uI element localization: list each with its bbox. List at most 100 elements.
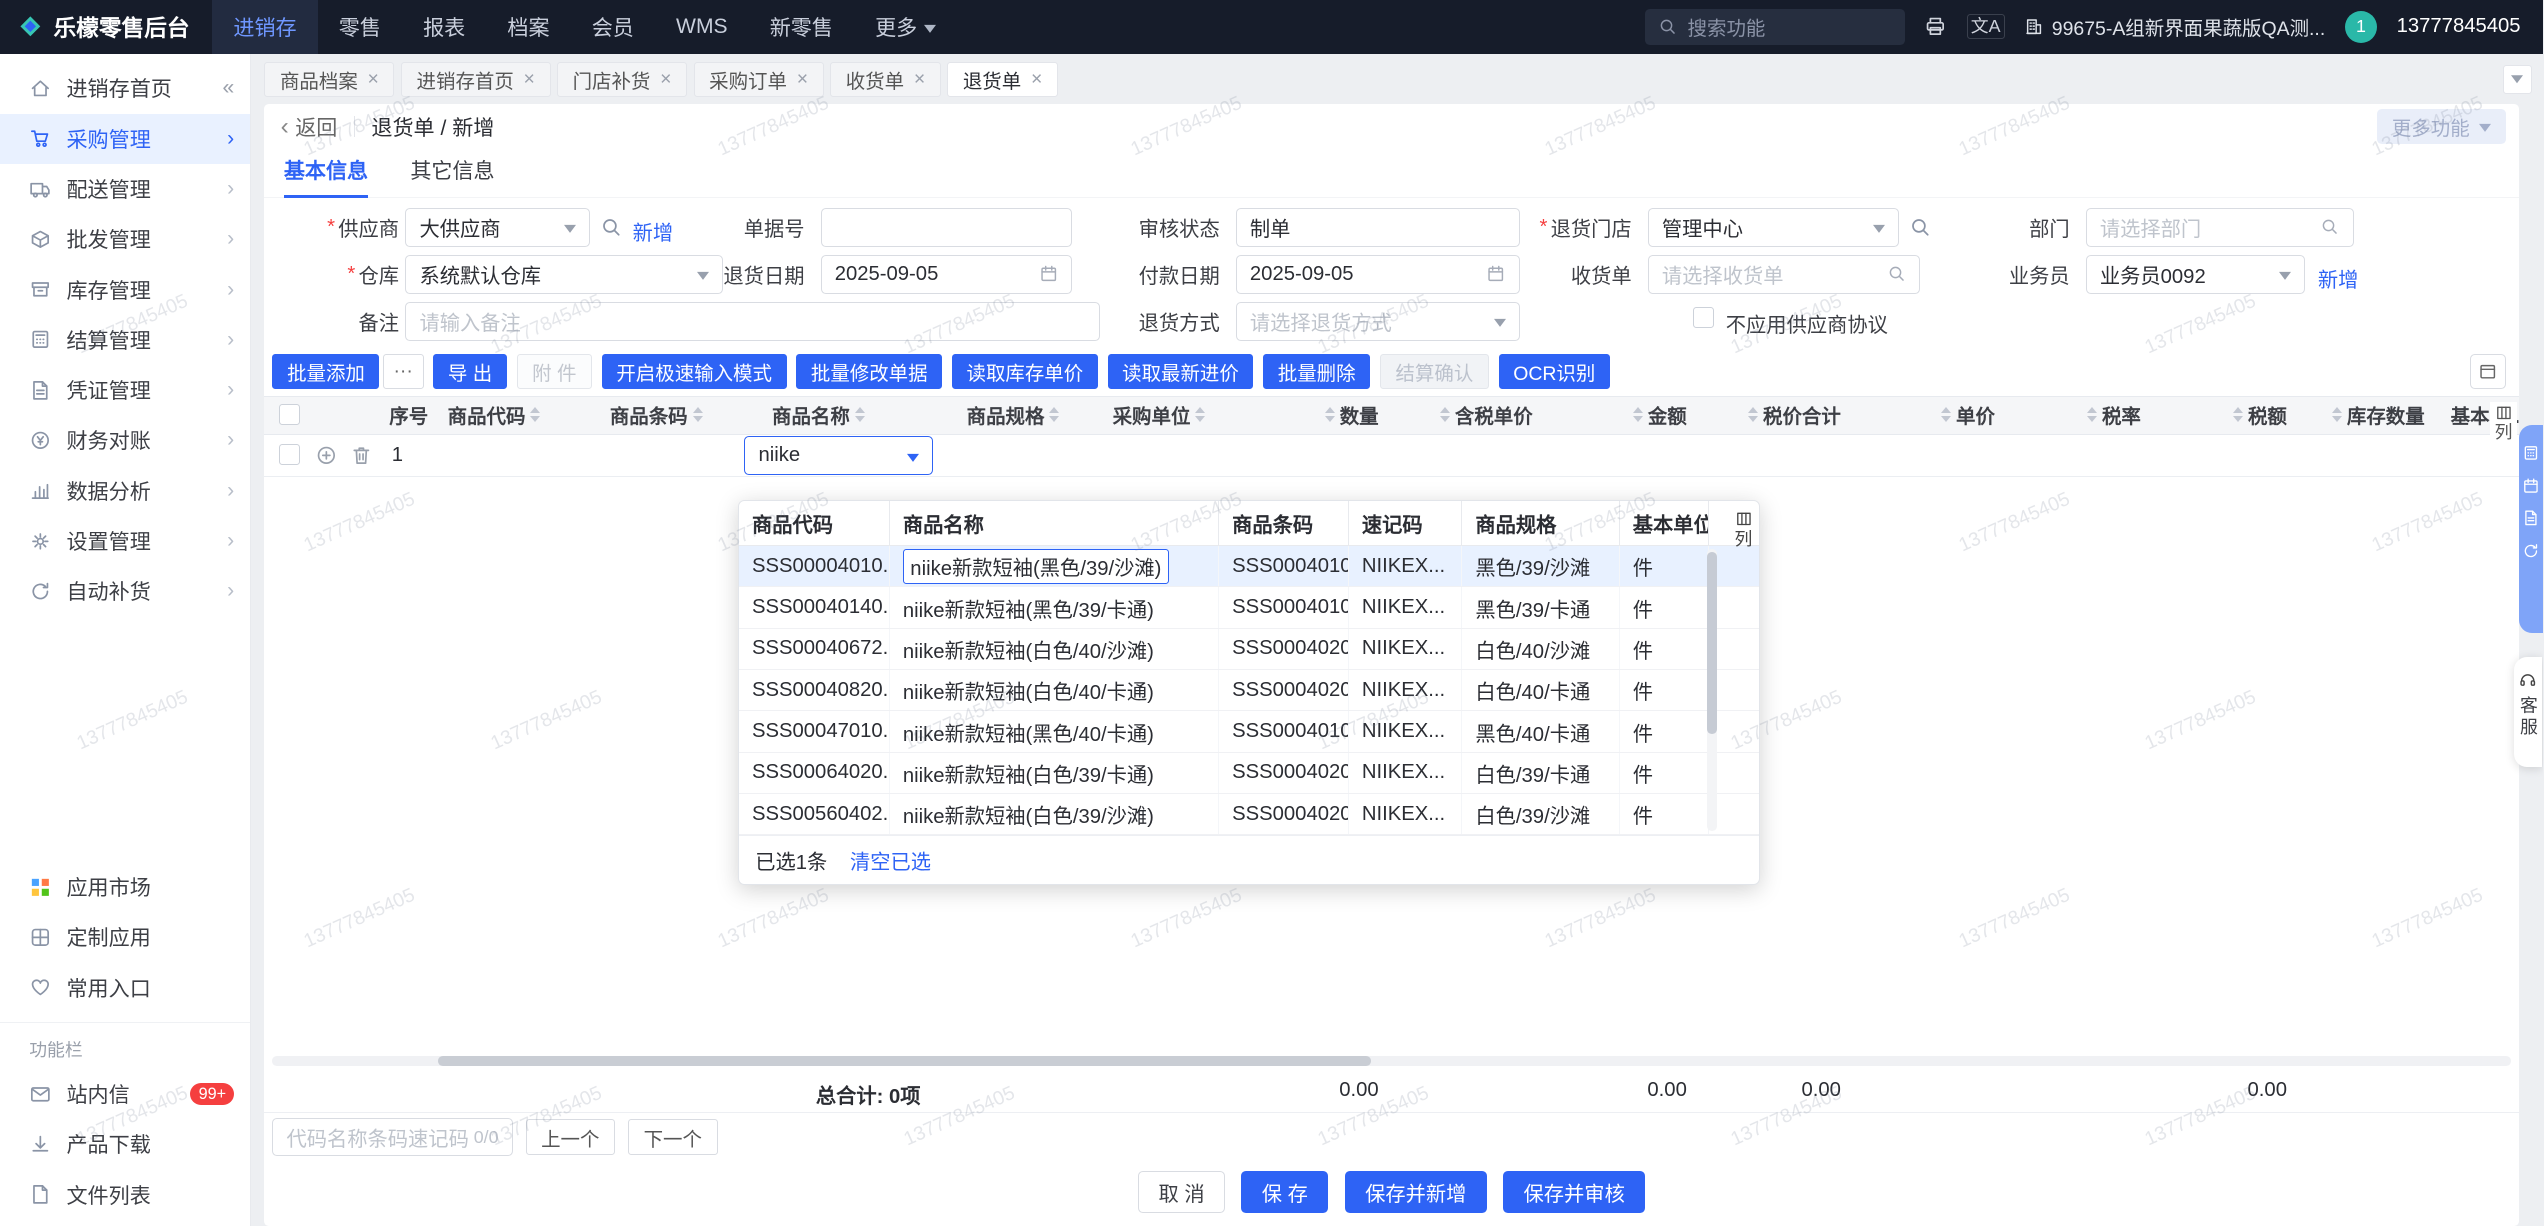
horizontal-scrollbar[interactable] — [272, 1054, 2511, 1067]
sort-icon[interactable] — [1049, 402, 1060, 427]
grid-header-cell[interactable]: 商品名称 — [759, 397, 954, 433]
topnav-item[interactable]: 进销存 — [212, 0, 318, 54]
grid-header-cell[interactable]: 库存数量 — [2300, 397, 2438, 433]
sidebar-item[interactable]: 常用入口 — [0, 962, 250, 1012]
customer-service-button[interactable]: 客服 — [2514, 656, 2542, 768]
sidebar-item[interactable]: 自动补货 › — [0, 566, 250, 616]
tab-item[interactable]: 进销存首页 × — [400, 61, 551, 98]
sort-icon[interactable] — [1440, 402, 1451, 427]
app-logo[interactable]: 乐檬零售后台 — [0, 10, 212, 43]
row-checkbox[interactable] — [278, 444, 301, 466]
salesman-new-link[interactable]: 新增 — [2318, 263, 2359, 293]
picker-row[interactable]: SSS00040140... niike新款短袖(黑色/39/卡通) SSS0004… — [739, 587, 1759, 629]
select-all-checkbox[interactable] — [278, 404, 301, 426]
grid-header-cell[interactable]: 税额 — [2154, 397, 2300, 433]
picker-header-cell[interactable]: 商品代码 — [739, 500, 890, 545]
tab-item[interactable]: 门店补货 × — [556, 61, 688, 98]
picker-scrollbar[interactable] — [1706, 549, 1717, 832]
grid-header-cell[interactable]: 商品代码 — [435, 397, 597, 433]
sort-icon[interactable] — [530, 402, 541, 427]
toolbar-button[interactable]: 批量添加 — [272, 353, 380, 390]
sort-icon[interactable] — [2332, 402, 2343, 427]
sidebar-item[interactable]: 财务对账 › — [0, 415, 250, 465]
tab-item[interactable]: 退货单 × — [947, 61, 1058, 98]
more-functions-button[interactable]: 更多功能 — [2377, 108, 2506, 145]
return-method-select[interactable]: 请选择退货方式 — [1235, 301, 1520, 341]
remark-input[interactable]: 请输入备注 — [405, 301, 1100, 341]
collapse-sidebar-icon[interactable]: « — [222, 76, 234, 100]
picker-row[interactable]: SSS00047010... niike新款短袖(黑色/40/卡通) SSS0004… — [739, 711, 1759, 753]
sidebar-item[interactable]: 产品下载 — [0, 1119, 250, 1169]
grid-header-cell[interactable]: 单价 — [1854, 397, 2008, 433]
sort-icon[interactable] — [1748, 402, 1759, 427]
toolbar-button[interactable]: 读取最新进价 — [1107, 353, 1254, 390]
grid-header-cell[interactable]: 税率 — [2008, 397, 2154, 433]
picker-row[interactable]: SSS00064020... niike新款短袖(白色/39/卡通) SSS0004… — [739, 752, 1759, 795]
supplier-search-icon[interactable] — [600, 216, 623, 239]
pay-date-input[interactable]: 2025-09-05 — [1235, 254, 1520, 294]
close-icon[interactable]: × — [524, 68, 535, 91]
sort-icon[interactable] — [692, 402, 703, 427]
view-toggle-button[interactable] — [2470, 353, 2506, 390]
sort-icon[interactable] — [2233, 402, 2244, 427]
topnav-item[interactable]: 报表 — [402, 0, 486, 54]
scrollbar-thumb[interactable] — [1706, 552, 1717, 735]
toolbar-button[interactable]: 附 件 — [516, 353, 593, 390]
printer-icon[interactable] — [1924, 15, 1947, 38]
picker-column-settings[interactable]: 列 — [1735, 510, 1752, 549]
sidebar-item[interactable]: 设置管理 › — [0, 516, 250, 566]
grid-header-cell[interactable]: 商品条码 — [597, 397, 759, 433]
avatar[interactable]: 1 — [2344, 10, 2378, 43]
close-icon[interactable]: × — [1031, 68, 1042, 91]
sidebar-item[interactable]: 采购管理 › — [0, 113, 251, 164]
picker-header-cell[interactable]: 商品名称 — [890, 500, 1220, 545]
sidebar-item[interactable]: 定制应用 — [0, 912, 250, 962]
picker-row[interactable]: SSS00040820... niike新款短袖(白色/40/卡通) SSS0004… — [739, 670, 1759, 712]
close-icon[interactable]: × — [914, 68, 925, 91]
grid-header-cell[interactable]: 金额 — [1546, 397, 1700, 433]
tab-item[interactable]: 采购订单 × — [693, 61, 824, 98]
toolbar-button[interactable]: 读取库存单价 — [951, 353, 1098, 390]
picker-header-cell[interactable]: 速记码 — [1349, 500, 1463, 545]
grid-header-cell[interactable]: 序号 — [376, 397, 434, 433]
picker-header-cell[interactable]: 基本单位 — [1620, 500, 1709, 545]
sidebar-item-home[interactable]: 进销存首页 « — [0, 63, 250, 113]
form-subtab[interactable]: 其它信息 — [410, 149, 494, 198]
help-sidebar[interactable] — [2518, 424, 2544, 633]
topnav-item[interactable]: WMS — [655, 0, 749, 54]
topnav-item[interactable]: 更多 — [854, 0, 957, 54]
picker-header-cell[interactable]: 商品规格 — [1462, 500, 1620, 545]
clear-selection-link[interactable]: 清空已选 — [850, 845, 931, 875]
grid-header-cell[interactable]: 含税单价 — [1392, 397, 1546, 433]
picker-row[interactable]: SSS00040672... niike新款短袖(白色/40/沙滩) SSS0004… — [739, 628, 1759, 671]
topnav-item[interactable]: 新零售 — [749, 0, 854, 54]
add-row-icon[interactable] — [315, 444, 338, 467]
delete-row-icon[interactable] — [350, 444, 373, 467]
form-subtab[interactable]: 基本信息 — [283, 149, 369, 198]
toolbar-button[interactable]: 批量删除 — [1263, 353, 1371, 390]
sidebar-item[interactable]: 结算管理 › — [0, 315, 250, 365]
org-selector[interactable]: 99675-A组新界面果蔬版QA测... — [2024, 12, 2325, 41]
quick-code-input[interactable]: 代码名称条码速记码 0/0 — [272, 1117, 513, 1157]
department-input[interactable]: 请选择部门 — [2085, 207, 2354, 247]
topnav-item[interactable]: 档案 — [486, 0, 570, 54]
grid-header-cell[interactable]: 数量 — [1246, 397, 1392, 433]
return-store-select[interactable]: 管理中心 — [1647, 207, 1900, 247]
sidebar-item[interactable]: 库存管理 › — [0, 264, 250, 314]
sidebar-item[interactable]: 站内信 99+ — [0, 1069, 250, 1119]
save-audit-button[interactable]: 保存并审核 — [1503, 1171, 1646, 1214]
agreement-checkbox[interactable] — [1693, 306, 1715, 328]
scrollbar-thumb[interactable] — [437, 1055, 1371, 1066]
sort-icon[interactable] — [2087, 402, 2098, 427]
global-search-input[interactable]: 搜索功能 — [1645, 8, 1905, 45]
topnav-item[interactable]: 零售 — [318, 0, 402, 54]
toolbar-button[interactable]: 开启极速输入模式 — [601, 353, 787, 390]
toolbar-button[interactable]: 结算确认 — [1379, 353, 1489, 390]
topnav-item[interactable]: 会员 — [571, 0, 655, 54]
sidebar-item[interactable]: 应用市场 — [0, 862, 250, 912]
next-button[interactable]: 下一个 — [628, 1119, 718, 1155]
return-date-input[interactable]: 2025-09-05 — [820, 254, 1073, 294]
save-add-button[interactable]: 保存并新增 — [1344, 1171, 1487, 1214]
grid-header-cell[interactable]: 税价合计 — [1700, 397, 1854, 433]
translate-icon[interactable]: 文A — [1966, 14, 2005, 40]
